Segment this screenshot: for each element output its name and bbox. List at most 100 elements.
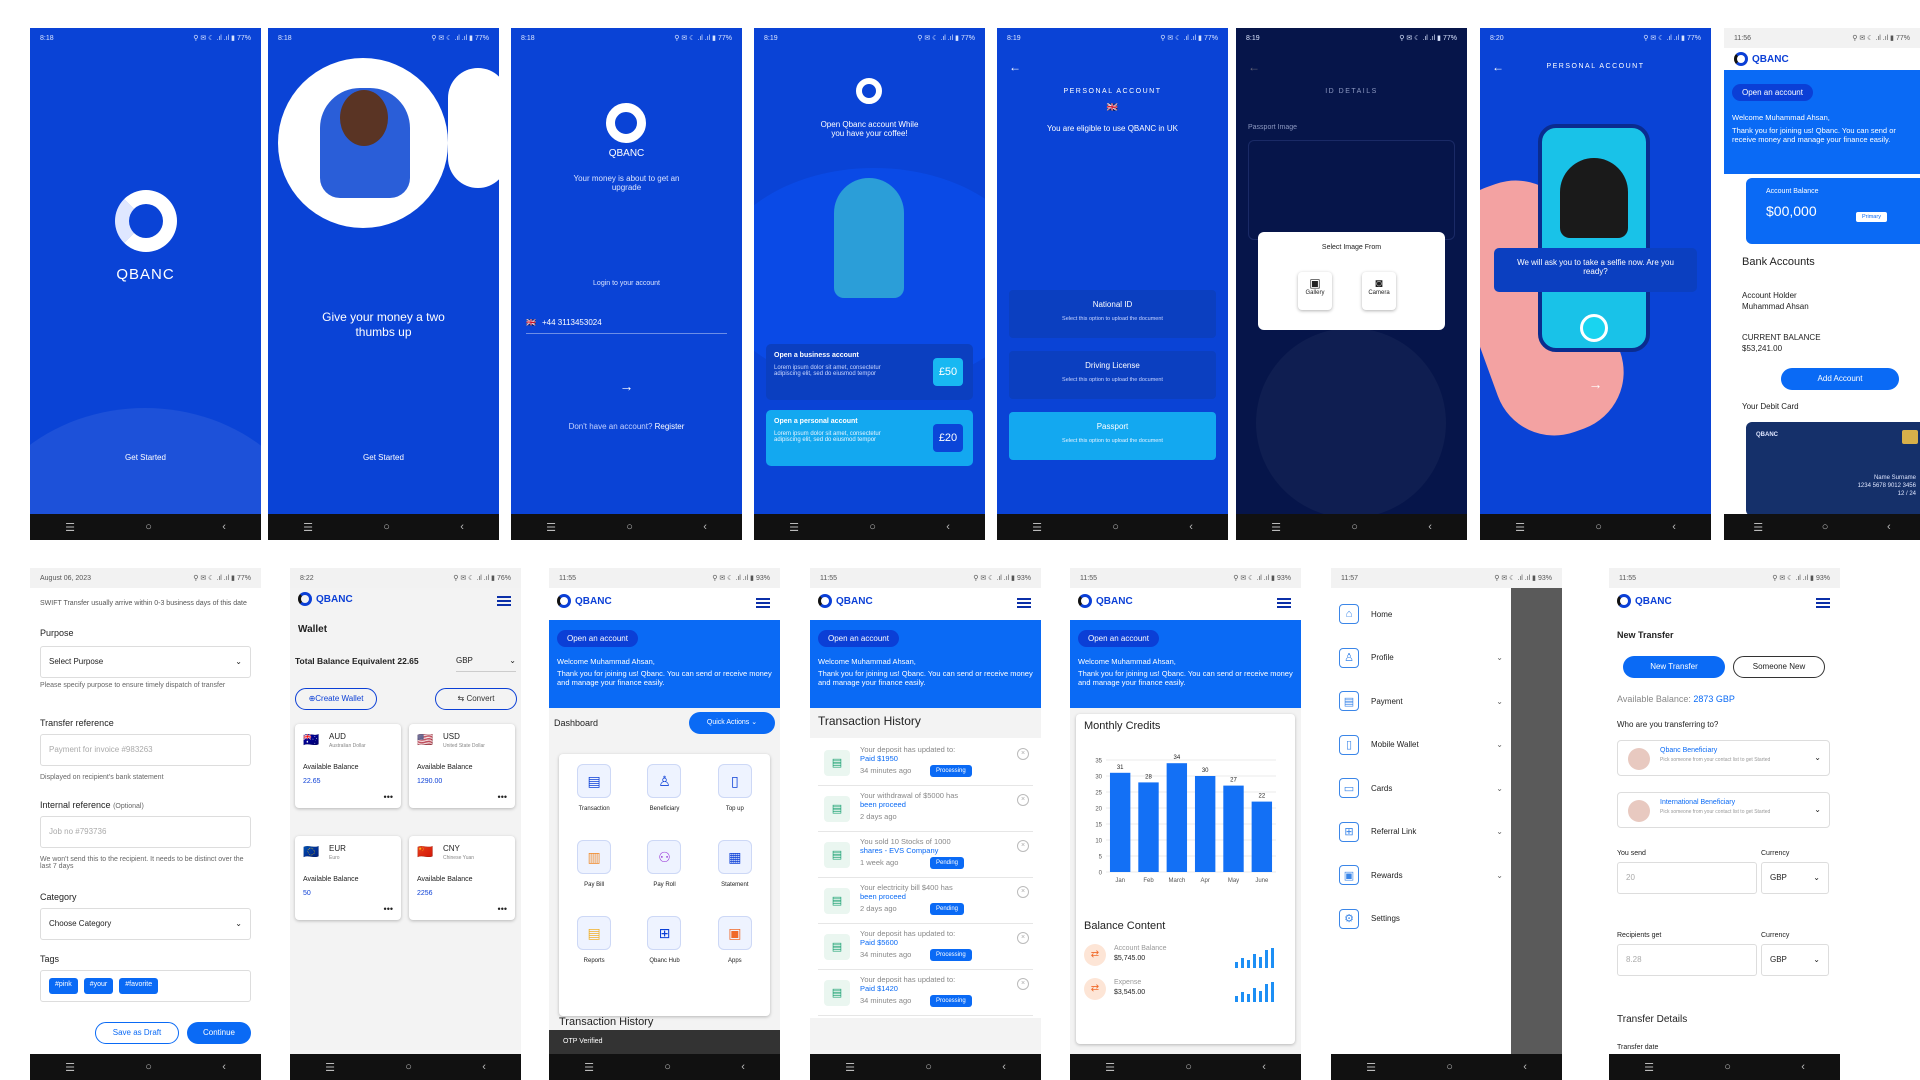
- next-arrow-button[interactable]: →: [1480, 376, 1711, 392]
- wallet-card-cny[interactable]: 🇨🇳 CNY Chinese Yuan Available Balance 22…: [409, 836, 515, 920]
- register-link[interactable]: Register: [655, 422, 685, 431]
- back-icon[interactable]: ‹: [222, 1061, 226, 1073]
- get-started-button[interactable]: Get Started: [30, 453, 261, 462]
- home-icon[interactable]: ○: [1595, 521, 1602, 533]
- home-icon[interactable]: ○: [869, 521, 876, 533]
- send-amount-input[interactable]: 20: [1617, 862, 1757, 894]
- home-icon[interactable]: ○: [1446, 1061, 1453, 1073]
- menu-icon[interactable]: ☰: [1105, 1061, 1115, 1074]
- action-pay-bill[interactable]: ▥ Pay Bill: [559, 840, 629, 888]
- qbanc-beneficiary-option[interactable]: Qbanc Beneficiary Pick someone from your…: [1617, 740, 1830, 776]
- camera-button[interactable]: ◙ Camera: [1362, 272, 1396, 310]
- home-icon[interactable]: ○: [145, 521, 152, 533]
- more-icon[interactable]: •••: [498, 904, 507, 914]
- get-started-button[interactable]: Get Started: [268, 453, 499, 462]
- transaction-row[interactable]: ▤ Your deposit has updated to: Paid $5600 3…: [818, 926, 1033, 970]
- action-reports[interactable]: ▤ Reports: [559, 916, 629, 964]
- wallet-card-usd[interactable]: 🇺🇸 USD United State Dollar Available Bal…: [409, 724, 515, 808]
- action-pay-roll[interactable]: ⚇ Pay Roll: [629, 840, 699, 888]
- open-account-button[interactable]: Open an account: [557, 628, 780, 647]
- home-icon[interactable]: ○: [1112, 521, 1119, 533]
- bar[interactable]: [1194, 776, 1216, 872]
- tag-chip[interactable]: #favorite: [119, 978, 159, 994]
- menu-icon[interactable]: ☰: [303, 521, 313, 534]
- bar[interactable]: [1166, 763, 1188, 872]
- back-icon[interactable]: ‹: [1189, 521, 1193, 533]
- back-icon[interactable]: ‹: [1428, 521, 1432, 533]
- transaction-row[interactable]: ▤ Your deposit has updated to: Paid $1950 3…: [818, 742, 1033, 786]
- national-id-option[interactable]: National ID Select this option to upload …: [1009, 290, 1216, 338]
- more-icon[interactable]: •••: [384, 792, 393, 802]
- send-currency-select[interactable]: GBP ⌄: [1761, 862, 1829, 894]
- action-transaction[interactable]: ▤ Transaction: [559, 764, 629, 812]
- menu-item-referral-link[interactable]: ⊞ Referral Link ⌄: [1339, 816, 1503, 848]
- more-icon[interactable]: •••: [384, 904, 393, 914]
- back-icon[interactable]: ‹: [1672, 521, 1676, 533]
- shutter-button[interactable]: [1580, 314, 1608, 342]
- back-icon[interactable]: ‹: [222, 521, 226, 533]
- menu-icon[interactable]: ☰: [546, 521, 556, 534]
- menu-item-home[interactable]: ⌂ Home: [1339, 598, 1503, 630]
- close-icon[interactable]: ×: [1017, 932, 1029, 944]
- home-icon[interactable]: ○: [664, 1061, 671, 1073]
- wallet-card-eur[interactable]: 🇪🇺 EUR Euro Available Balance 50 •••: [295, 836, 401, 920]
- hamburger-icon[interactable]: [1017, 598, 1031, 608]
- back-icon[interactable]: ‹: [741, 1061, 745, 1073]
- gallery-button[interactable]: ▣ Gallery: [1298, 272, 1332, 310]
- tags-input[interactable]: #pink #your #favorite: [40, 970, 251, 1002]
- bar[interactable]: [1138, 782, 1159, 872]
- driving-license-option[interactable]: Driving License Select this option to upl…: [1009, 351, 1216, 399]
- passport-upload-box[interactable]: [1248, 140, 1455, 240]
- back-icon[interactable]: ‹: [946, 521, 950, 533]
- menu-icon[interactable]: ☰: [65, 1061, 75, 1074]
- receive-amount-input[interactable]: 8.28: [1617, 944, 1757, 976]
- hamburger-icon[interactable]: [756, 598, 770, 608]
- back-arrow-icon[interactable]: ←: [1248, 60, 1260, 74]
- debit-card[interactable]: QBANC Name Surname 1234 5678 9012 3456 12 …: [1746, 422, 1920, 516]
- back-icon[interactable]: ‹: [1887, 521, 1891, 533]
- bar[interactable]: [1251, 801, 1273, 872]
- menu-item-mobile-wallet[interactable]: ▯ Mobile Wallet ⌄: [1339, 729, 1503, 761]
- hamburger-icon[interactable]: [1816, 598, 1830, 608]
- home-icon[interactable]: ○: [925, 1061, 932, 1073]
- hamburger-icon[interactable]: [497, 596, 511, 606]
- close-icon[interactable]: ×: [1017, 748, 1029, 760]
- action-beneficiary[interactable]: ♙ Beneficiary: [629, 764, 699, 812]
- back-icon[interactable]: ‹: [460, 521, 464, 533]
- menu-icon[interactable]: ☰: [1644, 1061, 1654, 1074]
- back-icon[interactable]: ‹: [1002, 1061, 1006, 1073]
- receive-currency-select[interactable]: GBP ⌄: [1761, 944, 1829, 976]
- close-icon[interactable]: ×: [1017, 840, 1029, 852]
- menu-item-payment[interactable]: ▤ Payment ⌄: [1339, 685, 1503, 717]
- menu-icon[interactable]: ☰: [1366, 1061, 1376, 1074]
- close-icon[interactable]: ×: [1017, 794, 1029, 806]
- menu-item-profile[interactable]: ♙ Profile ⌄: [1339, 642, 1503, 674]
- open-account-button[interactable]: Open an account: [1078, 628, 1301, 647]
- convert-button[interactable]: ⇆ Convert: [435, 688, 517, 710]
- open-account-button[interactable]: Open an account: [818, 628, 1041, 647]
- home-icon[interactable]: ○: [1822, 521, 1829, 533]
- close-icon[interactable]: ×: [1017, 978, 1029, 990]
- tab-new-transfer[interactable]: New Transfer: [1623, 656, 1725, 678]
- home-icon[interactable]: ○: [1351, 521, 1358, 533]
- home-icon[interactable]: ○: [383, 521, 390, 533]
- bar[interactable]: [1223, 785, 1244, 872]
- phone-input[interactable]: 🇬🇧 +44 3113453024: [526, 312, 727, 334]
- save-draft-button[interactable]: Save as Draft: [95, 1022, 179, 1044]
- menu-item-cards[interactable]: ▭ Cards ⌄: [1339, 772, 1503, 804]
- menu-icon[interactable]: ☰: [789, 521, 799, 534]
- menu-icon[interactable]: ☰: [65, 521, 75, 534]
- quick-actions-button[interactable]: Quick Actions ⌄: [689, 712, 775, 734]
- purpose-select[interactable]: Select Purpose ⌄: [40, 646, 251, 678]
- transfer-reference-input[interactable]: Payment for invoice #983263: [40, 734, 251, 766]
- business-account-card[interactable]: Open a business account Lorem ipsum dolo…: [766, 344, 973, 400]
- next-arrow-button[interactable]: →: [511, 378, 742, 394]
- continue-button[interactable]: Continue: [187, 1022, 251, 1044]
- action-apps[interactable]: ▣ Apps: [700, 916, 770, 964]
- more-icon[interactable]: •••: [498, 792, 507, 802]
- category-select[interactable]: Choose Category ⌄: [40, 908, 251, 940]
- back-icon[interactable]: ‹: [703, 521, 707, 533]
- action-statement[interactable]: ▦ Statement: [700, 840, 770, 888]
- home-icon[interactable]: ○: [405, 1061, 412, 1073]
- passport-option[interactable]: Passport Select this option to upload the…: [1009, 412, 1216, 460]
